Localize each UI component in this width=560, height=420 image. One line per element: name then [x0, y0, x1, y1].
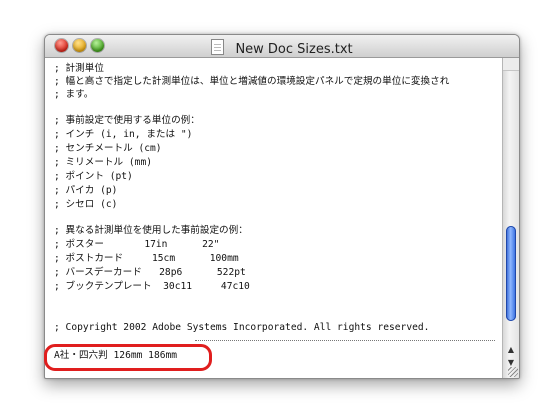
annotation-highlight [44, 344, 212, 371]
text-line: ; バースデーカード 28p6 522pt [54, 267, 246, 278]
resize-grip-icon[interactable] [508, 367, 518, 377]
text-line: ; ブックテンプレート 30c11 47c10 [54, 281, 250, 292]
text-line: ; 幅と高さで指定した計測単位は、単位と増減値の環境設定パネルで定規の単位に変換… [54, 76, 450, 87]
window-title: New Doc Sizes.txt [235, 42, 353, 57]
dotted-separator [195, 340, 495, 341]
text-line: ; センチメートル (cm) [54, 143, 162, 154]
text-line: ; 事前設定で使用する単位の例： [54, 115, 200, 126]
scroll-up-arrow-icon[interactable]: ▲ [507, 346, 515, 354]
scroll-down-arrow-icon[interactable]: ▼ [507, 359, 515, 367]
copyright-line: ; Copyright 2002 Adobe Systems Incorpora… [54, 322, 430, 333]
title-bar[interactable]: New Doc Sizes.txt [45, 35, 519, 58]
text-line: ; ミリメートル (mm) [54, 157, 152, 168]
text-line: ; ポイント (pt) [54, 171, 133, 182]
text-line: ; ます。 [54, 89, 94, 100]
text-document-window: New Doc Sizes.txt ; 計測単位 ; 幅と高さで指定した計測単位… [44, 34, 520, 379]
scrollbar-track-top [503, 58, 519, 71]
text-line: ; ポストカード 15cm 100mm [54, 253, 239, 264]
text-line: ; 異なる計測単位を使用した事前設定の例： [54, 225, 248, 236]
document-icon [211, 39, 225, 55]
text-line: ; シセロ (c) [54, 199, 118, 210]
text-area[interactable]: ; 計測単位 ; 幅と高さで指定した計測単位は、単位と増減値の環境設定パネルで定… [45, 58, 501, 378]
text-line: ; 計測単位 [54, 63, 104, 74]
text-line: ; パイカ (p) [54, 185, 118, 196]
text-line: ; インチ (i, in, または ") [54, 129, 193, 140]
vertical-scrollbar[interactable]: ▲ ▼ [502, 58, 519, 378]
text-line: ; ポスター 17in 22" [54, 239, 220, 250]
scroll-thumb[interactable] [506, 226, 516, 321]
